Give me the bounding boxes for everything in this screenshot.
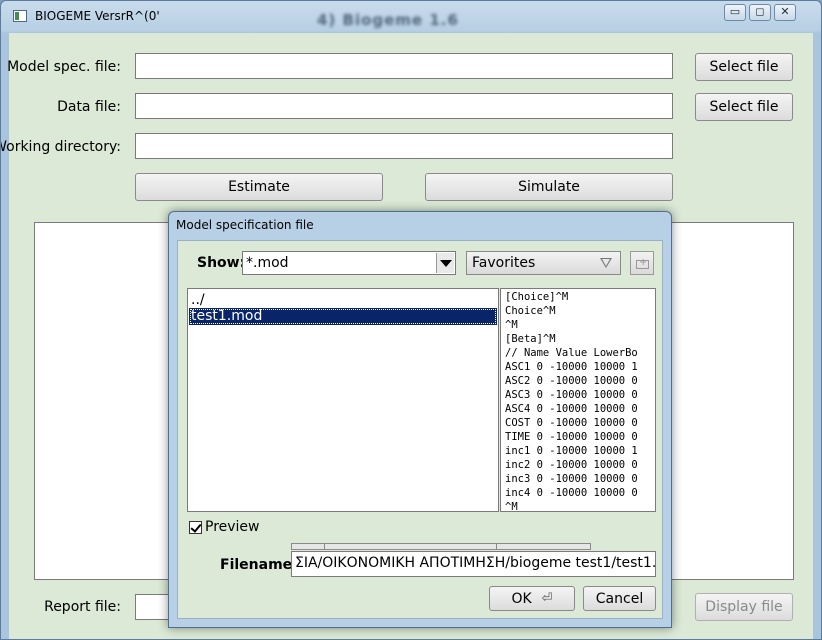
working-dir-input[interactable] [135, 133, 673, 159]
title-bar[interactable]: BIOGEME VersrR^(0' 4) Biogeme 1.6 ▭ ◻ ✕ [1, 1, 821, 33]
chevron-down-icon[interactable] [436, 253, 454, 273]
preview-line: inc3 0 -10000 10000 0 [505, 473, 638, 485]
filename-input[interactable]: ΣΙΑ/ΟΙΚΟΝΟΜΙΚΗ ΑΠΟΤΙΜΗΣΗ/biogeme test1/t… [291, 551, 656, 577]
preview-line: inc1 0 -10000 10000 1 [505, 445, 638, 457]
favorites-button[interactable]: Favorites [466, 251, 621, 275]
window-title: BIOGEME VersrR^(0' [35, 9, 160, 23]
dialog-title: Model specification file [176, 218, 314, 232]
preview-line: ASC4 0 -10000 10000 0 [505, 403, 638, 415]
show-label: Show: [197, 255, 246, 271]
list-item-selected[interactable]: test1.mod [189, 308, 497, 325]
model-spec-label: Model spec. file: [7, 59, 121, 75]
enter-key-icon: ⏎ [541, 591, 553, 606]
favorites-label: Favorites [472, 255, 536, 271]
ok-label: OK [511, 590, 532, 607]
app-icon [13, 10, 27, 22]
preview-line: // Name Value LowerBo [505, 347, 638, 359]
working-dir-label: Working directory: [0, 139, 121, 155]
preview-line: TIME 0 -10000 10000 0 [505, 431, 638, 443]
preview-line: ASC2 0 -10000 10000 0 [505, 375, 638, 387]
close-button[interactable]: ✕ [774, 4, 796, 21]
select-model-file-button[interactable]: Select file [695, 53, 793, 81]
preview-label: Preview [205, 519, 260, 535]
preview-line: [Choice]^M [505, 291, 569, 303]
estimate-button[interactable]: Estimate [135, 173, 383, 201]
model-spec-file-dialog: Model specification file Show: *.mod Fav… [168, 211, 672, 628]
dialog-panel: Show: *.mod Favorites ../ test1.mod [Cho… [177, 240, 663, 619]
file-preview[interactable]: [Choice]^M Choice^M ^M [Beta]^M // Name … [500, 288, 656, 512]
list-item[interactable]: ../ [189, 292, 497, 309]
minimize-button[interactable]: ▭ [724, 4, 746, 21]
file-list[interactable]: ../ test1.mod [187, 288, 499, 512]
simulate-button[interactable]: Simulate [425, 173, 673, 201]
preview-line: ^M [505, 319, 518, 331]
background-window-title: 4) Biogeme 1.6 [317, 11, 459, 29]
report-file-label: Report file: [44, 599, 121, 615]
preview-line: [Beta]^M [505, 333, 556, 345]
ok-button[interactable]: OK ⏎ [489, 586, 575, 611]
filename-label: Filename: [220, 557, 298, 573]
file-filter-value: *.mod [246, 255, 289, 271]
display-file-button[interactable]: Display file [695, 593, 793, 621]
select-data-file-button[interactable]: Select file [695, 93, 793, 121]
data-file-input[interactable] [135, 93, 673, 119]
file-filter-combo[interactable]: *.mod [242, 251, 456, 275]
favorites-triangle-icon [600, 258, 612, 268]
new-folder-button[interactable] [630, 251, 654, 275]
new-folder-icon [636, 257, 649, 269]
preview-line: ^M [505, 501, 518, 512]
preview-line: Choice^M [505, 305, 556, 317]
model-spec-input[interactable] [135, 53, 673, 79]
split-handle-left[interactable] [291, 543, 325, 550]
preview-line: inc2 0 -10000 10000 0 [505, 459, 638, 471]
preview-line: ASC3 0 -10000 10000 0 [505, 389, 638, 401]
data-file-label: Data file: [57, 99, 121, 115]
split-handle-right[interactable] [496, 543, 591, 550]
preview-line: inc4 0 -10000 10000 0 [505, 487, 638, 499]
preview-checkbox[interactable] [189, 521, 202, 534]
preview-line: ASC1 0 -10000 10000 1 [505, 361, 638, 373]
maximize-button[interactable]: ◻ [749, 4, 771, 21]
cancel-button[interactable]: Cancel [583, 586, 656, 611]
preview-line: COST 0 -10000 10000 0 [505, 417, 638, 429]
